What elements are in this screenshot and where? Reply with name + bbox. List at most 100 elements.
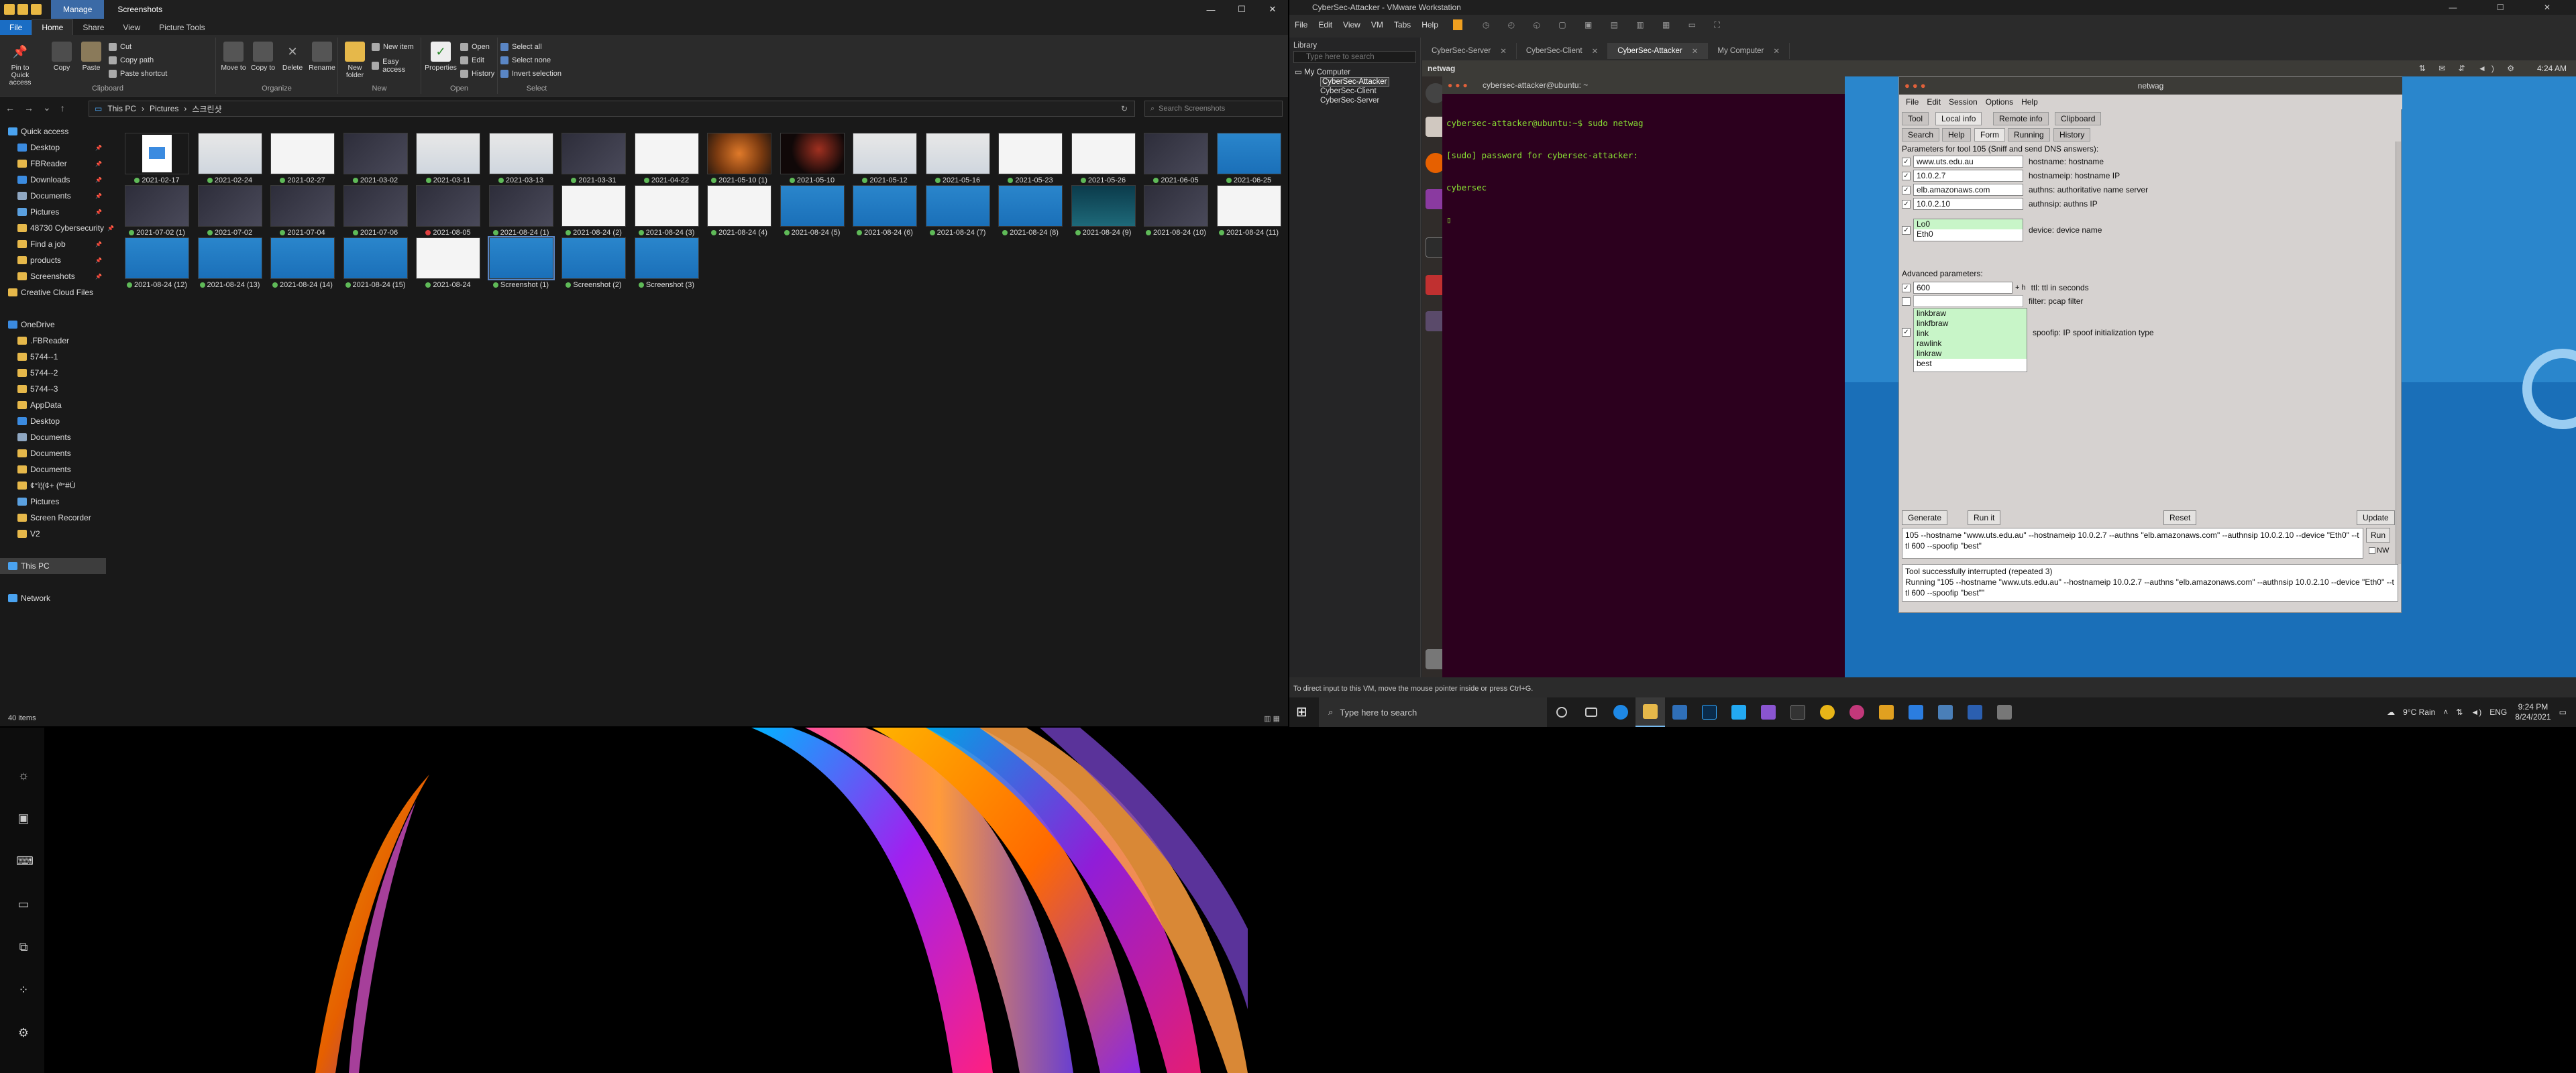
search-input[interactable]: ⌕ Search Screenshots bbox=[1144, 101, 1283, 117]
nav-item[interactable]: FBReader 📌 bbox=[0, 156, 106, 172]
tab-view[interactable]: View bbox=[113, 20, 150, 35]
file-tile[interactable]: 2021-08-24 bbox=[412, 237, 484, 296]
tab-help[interactable]: Help bbox=[1942, 128, 1971, 142]
apps-icon[interactable]: ⁘ bbox=[16, 982, 31, 997]
edit-button[interactable]: Edit bbox=[460, 56, 484, 64]
file-tile[interactable]: 2021-05-26 bbox=[1067, 133, 1140, 192]
file-tile[interactable]: 2021-08-24 (10) bbox=[1140, 185, 1212, 244]
run-button[interactable]: Run bbox=[2366, 528, 2391, 543]
menu-help[interactable]: Help bbox=[1416, 20, 1444, 30]
file-tile[interactable]: 2021-03-13 bbox=[485, 133, 557, 192]
file-tile[interactable]: 2021-03-31 bbox=[557, 133, 630, 192]
file-tile[interactable]: 2021-06-05 bbox=[1140, 133, 1212, 192]
file-tile[interactable]: 2021-08-24 (2) bbox=[557, 185, 630, 244]
file-tile[interactable]: 2021-08-05 bbox=[412, 185, 484, 244]
select-all-button[interactable]: Select all bbox=[500, 43, 542, 51]
file-tile[interactable]: 2021-07-02 (1) bbox=[121, 185, 193, 244]
file-tile[interactable]: 2021-07-04 bbox=[266, 185, 339, 244]
vm-tab[interactable]: CyberSec-Attacker ✕ bbox=[1608, 43, 1709, 59]
param-checkbox[interactable]: ✓ bbox=[1902, 171, 1911, 180]
menu-session[interactable]: Session bbox=[1945, 97, 1982, 107]
tab-search[interactable]: Search bbox=[1902, 128, 1940, 142]
terminal-icon[interactable] bbox=[1783, 697, 1813, 727]
param-checkbox[interactable]: ✓ bbox=[1902, 199, 1911, 209]
menu-tabs[interactable]: Tabs bbox=[1389, 20, 1416, 30]
file-tile[interactable]: 2021-08-24 (8) bbox=[994, 185, 1067, 244]
rename-button[interactable]: Rename bbox=[307, 42, 337, 72]
nav-item[interactable]: 5744--3 bbox=[0, 381, 106, 397]
file-tile[interactable]: 2021-05-16 bbox=[922, 133, 994, 192]
list-item[interactable]: linkfbraw bbox=[1914, 319, 2027, 329]
close-icon[interactable]: ✕ bbox=[1592, 46, 1599, 56]
list-item[interactable]: linkraw bbox=[1914, 349, 2027, 359]
breadcrumb-pictures[interactable]: Pictures bbox=[150, 104, 178, 113]
library-search[interactable]: Type here to search bbox=[1293, 51, 1416, 63]
nav-item[interactable]: ¢°ì¦(¢+ (ª°#Ù bbox=[0, 477, 106, 494]
properties-button[interactable]: ✓ Properties bbox=[423, 42, 459, 72]
quick-access-toolbar[interactable] bbox=[4, 4, 42, 15]
terminal-window-controls[interactable]: ●●● bbox=[1448, 80, 1470, 90]
vm-screen[interactable]: netwag 4:24 AM ⇅ ✉ ⇵ ◄) ⚙ ●●● cybersec-a… bbox=[1422, 60, 2576, 677]
list-item[interactable]: link bbox=[1914, 329, 2027, 339]
list-item[interactable]: linkbraw bbox=[1914, 308, 2027, 319]
select-none-button[interactable]: Select none bbox=[500, 56, 551, 64]
list-item[interactable]: Lo0 bbox=[1914, 219, 2023, 229]
cut-button[interactable]: Cut bbox=[109, 43, 131, 51]
list-item[interactable]: best bbox=[1914, 359, 2027, 369]
nav-item[interactable]: Desktop bbox=[0, 413, 106, 429]
run-it-button[interactable]: Run it bbox=[1968, 510, 2001, 525]
brightness-icon[interactable]: ☼ bbox=[16, 768, 31, 783]
nav-item[interactable]: V2 bbox=[0, 526, 106, 542]
file-tile[interactable]: 2021-08-24 (3) bbox=[631, 185, 703, 244]
window-switcher-icon[interactable] bbox=[1990, 697, 2019, 727]
nav-item[interactable]: AppData bbox=[0, 397, 106, 413]
param-checkbox[interactable]: ✓ bbox=[1902, 185, 1911, 194]
file-tile[interactable]: Screenshot (3) bbox=[631, 237, 703, 296]
tab-history[interactable]: History bbox=[2053, 128, 2091, 142]
file-tile[interactable]: Screenshot (1) bbox=[485, 236, 557, 296]
view-toggle-icons[interactable]: ▥ ▦ bbox=[1264, 714, 1280, 723]
store-icon[interactable] bbox=[1665, 697, 1695, 727]
menu-options[interactable]: Options bbox=[1982, 97, 2017, 107]
library-item-attacker[interactable]: CyberSec-Attacker bbox=[1289, 76, 1420, 87]
tab-picture-tools[interactable]: Picture Tools bbox=[150, 20, 214, 35]
display-icon[interactable]: ▭ bbox=[16, 897, 31, 911]
minimize-button[interactable]: — bbox=[1195, 0, 1226, 19]
spoofip-listbox[interactable]: linkbraw linkfbraw link rawlink linkraw … bbox=[1913, 308, 2027, 372]
file-tile[interactable]: 2021-08-24 (13) bbox=[194, 237, 266, 296]
nav-item[interactable]: OneDrive bbox=[0, 317, 106, 333]
file-tile[interactable]: 2021-04-22 bbox=[631, 133, 703, 192]
tab-file[interactable]: File bbox=[0, 20, 32, 35]
pause-icon[interactable] bbox=[1452, 19, 1462, 30]
easy-access-button[interactable]: Easy access bbox=[372, 58, 421, 74]
nav-item[interactable]: 48730 Cybersecurity 📌 bbox=[0, 220, 114, 236]
tray-chevron-icon[interactable]: ˄ bbox=[2443, 708, 2448, 717]
file-tile[interactable]: 2021-02-27 bbox=[266, 133, 339, 192]
nav-item[interactable]: Downloads 📌 bbox=[0, 172, 106, 188]
nav-item[interactable]: Documents bbox=[0, 461, 106, 477]
app-icon[interactable] bbox=[1872, 697, 1901, 727]
vscode-icon[interactable] bbox=[1724, 697, 1754, 727]
file-explorer-icon[interactable] bbox=[1635, 697, 1665, 727]
task-view-icon[interactable] bbox=[1576, 697, 1606, 727]
visual-studio-icon[interactable] bbox=[1754, 697, 1783, 727]
weather-text[interactable]: 9°C Rain bbox=[2403, 708, 2435, 717]
nav-item[interactable]: Quick access bbox=[0, 123, 106, 139]
param-input[interactable]: elb.amazonaws.com bbox=[1913, 184, 2023, 196]
form-scrollbar[interactable] bbox=[2396, 142, 2401, 564]
nav-item[interactable]: .FBReader bbox=[0, 333, 106, 349]
list-item[interactable]: Eth0 bbox=[1914, 229, 2023, 239]
notification-icon[interactable]: ▭ bbox=[2559, 708, 2567, 717]
file-tile[interactable]: 2021-03-02 bbox=[339, 133, 412, 192]
nav-item[interactable]: Pictures bbox=[0, 494, 106, 510]
tab-remote-info[interactable]: Remote info bbox=[1993, 112, 2049, 125]
param-input[interactable]: www.uts.edu.au bbox=[1913, 156, 2023, 168]
volume-icon[interactable]: ◄) bbox=[2471, 708, 2481, 717]
close-icon[interactable]: ✕ bbox=[1773, 46, 1780, 56]
forward-arrow-icon[interactable]: → bbox=[24, 103, 34, 113]
nav-item[interactable]: Network bbox=[0, 590, 106, 606]
file-tile[interactable]: 2021-07-02 bbox=[194, 185, 266, 244]
recent-chevron-icon[interactable]: ⌄ bbox=[43, 102, 51, 113]
history-button[interactable]: History bbox=[460, 70, 494, 78]
list-item[interactable]: rawlink bbox=[1914, 339, 2027, 349]
